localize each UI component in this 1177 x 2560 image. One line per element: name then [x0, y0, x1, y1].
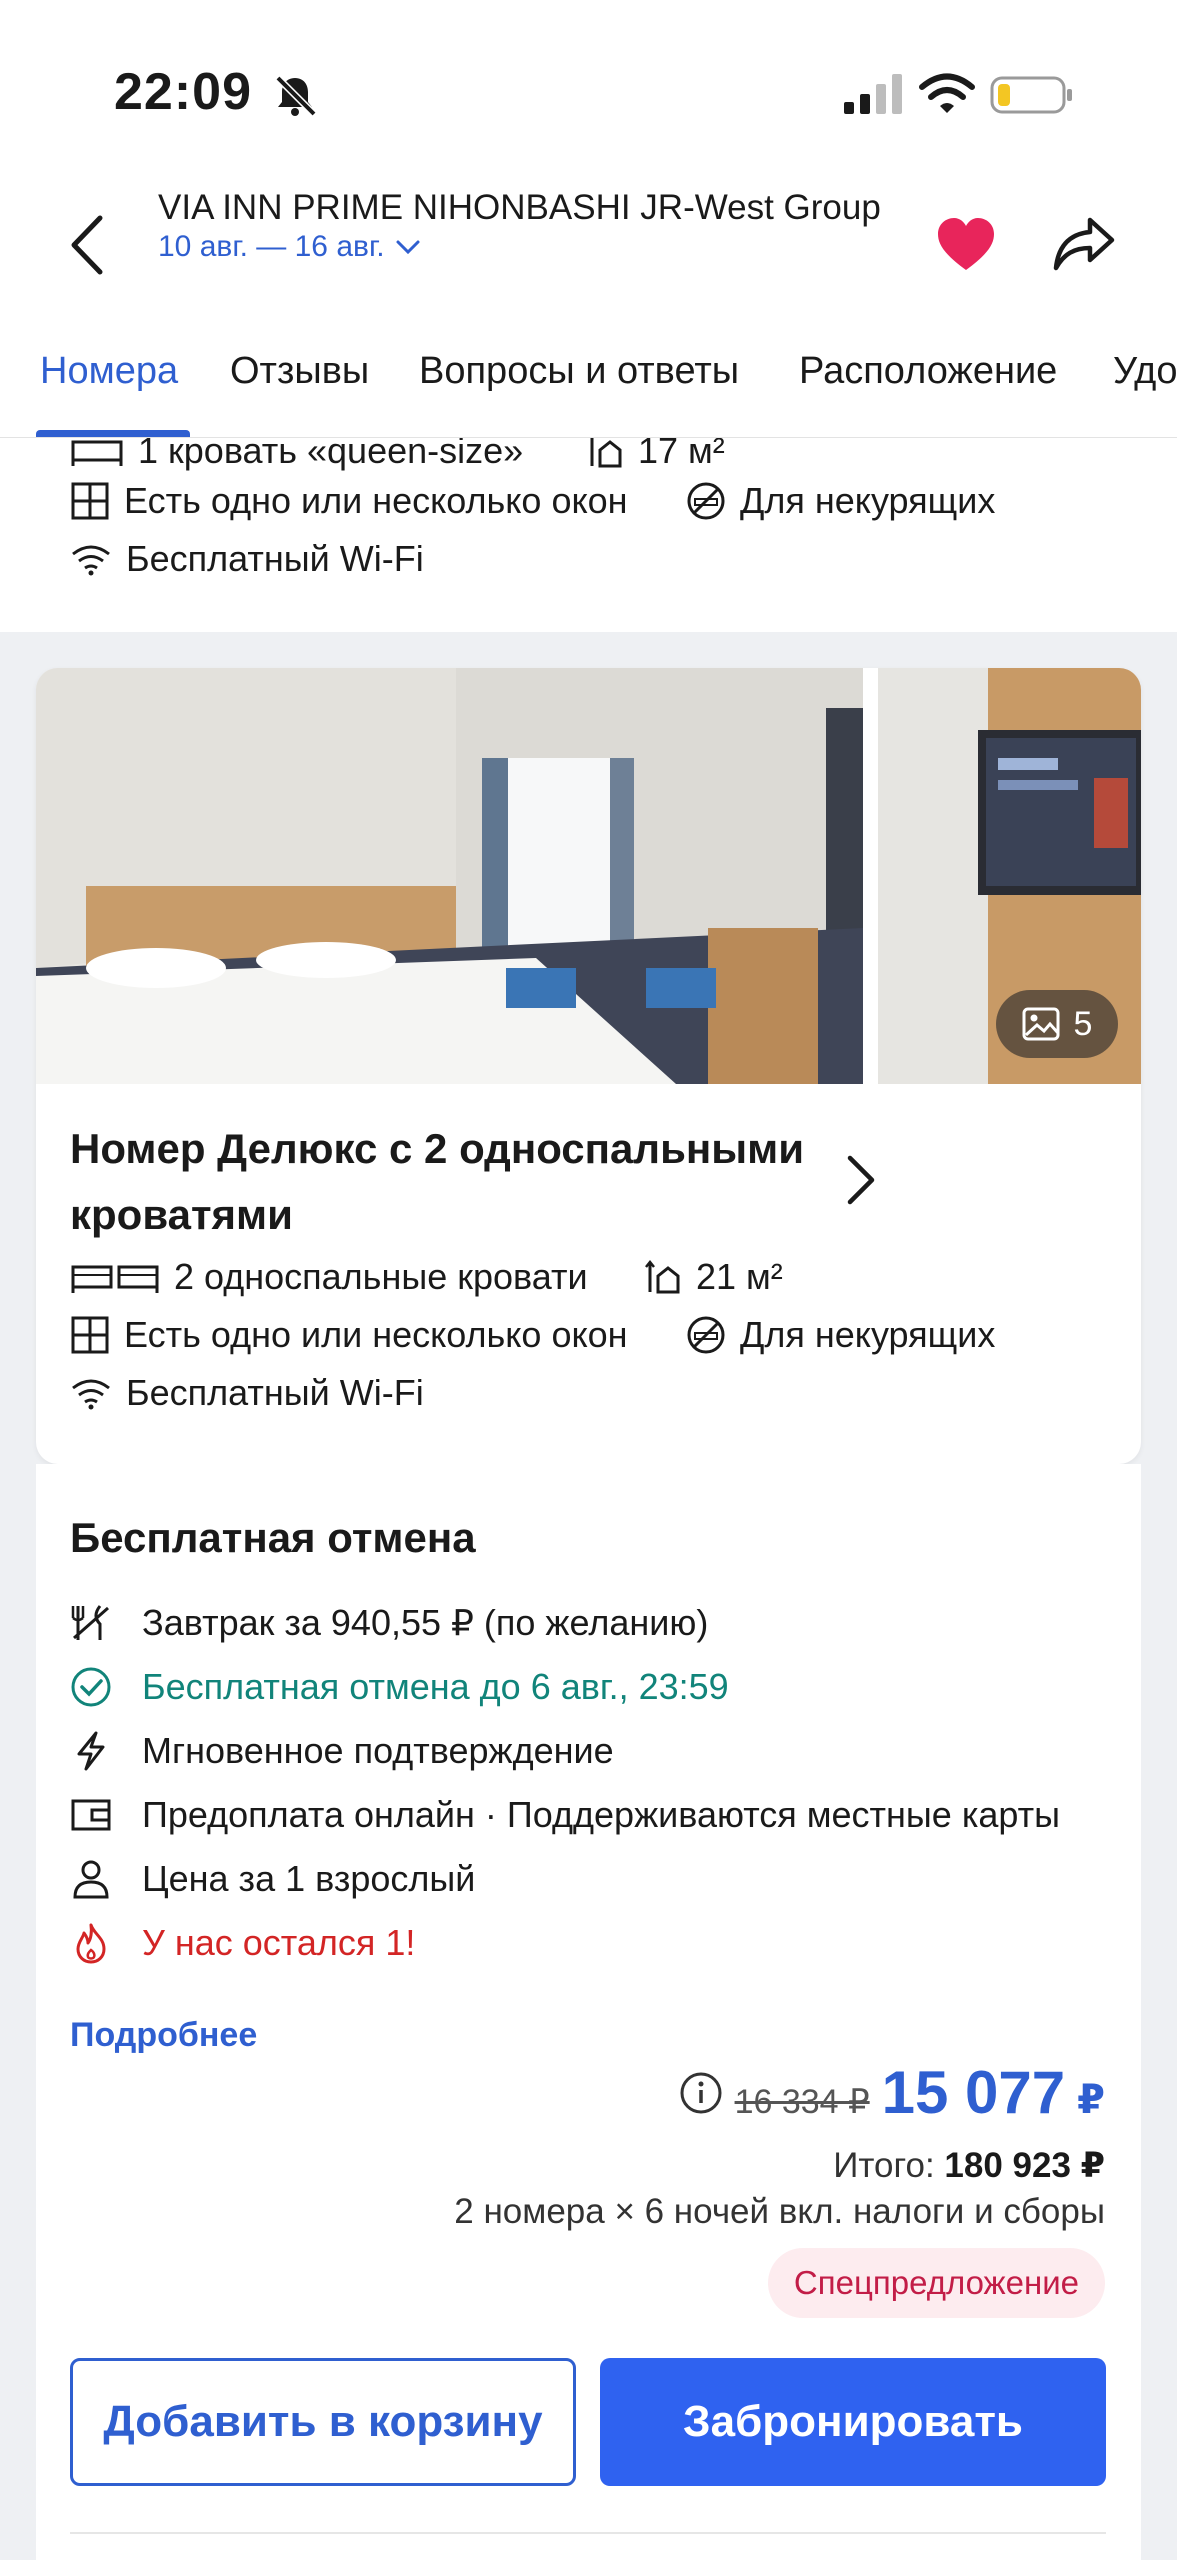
no-smoking-icon: [687, 482, 725, 520]
details-link[interactable]: Подробнее: [70, 2016, 257, 2055]
area-icon: [590, 438, 622, 468]
old-price: 16 334 ₽: [734, 2083, 870, 2121]
battery-icon: [990, 76, 1072, 114]
back-arrow-icon[interactable]: [58, 210, 118, 280]
offer-prepayment: Предоплата онлайн · Поддерживаются местн…: [70, 1794, 1060, 1836]
chevron-right-icon[interactable]: [836, 1148, 886, 1212]
add-to-cart-button[interactable]: Добавить в корзину: [70, 2358, 576, 2486]
image-gallery-icon: [1022, 1007, 1060, 1041]
photo-count: 5: [1073, 1004, 1093, 1043]
divider: [70, 2532, 1106, 2534]
room-wifi-feature: Бесплатный Wi-Fi: [70, 1372, 424, 1414]
status-bar: 22:09: [0, 0, 1177, 150]
room-windows-feature: Есть одно или несколько окон: [70, 1314, 628, 1356]
wallet-icon: [71, 1799, 111, 1831]
special-offer-badge: Спецпредложение: [767, 2248, 1105, 2318]
share-icon[interactable]: [1050, 214, 1118, 274]
status-time: 22:09: [114, 63, 252, 121]
lightning-icon: [77, 1731, 105, 1771]
tab-rooms[interactable]: Номера: [40, 350, 178, 393]
twin-beds-icon: [71, 1265, 159, 1293]
room-title[interactable]: Номер Делюкс с 2 односпальными кроватями: [70, 1116, 850, 1248]
app-header: VIA INN PRIME NIHONBASHI JR-West Group 1…: [0, 150, 1177, 320]
tab-location[interactable]: Расположение: [799, 350, 1057, 393]
no-smoking-icon: [687, 1316, 725, 1354]
room-beds-feature: 2 односпальные кровати: [70, 1256, 588, 1298]
nights-summary: 2 номера × 6 ночей вкл. налоги и сборы: [454, 2192, 1105, 2231]
wifi-status-icon: [919, 73, 975, 113]
offer-instant-confirmation: Мгновенное подтверждение: [70, 1730, 614, 1772]
area-icon: [645, 1259, 680, 1294]
room-card[interactable]: 5 Номер Делюкс с 2 односпальными кроватя…: [36, 668, 1141, 1464]
room-photo-main[interactable]: [36, 668, 863, 1084]
active-tab-indicator: [36, 430, 190, 437]
tab-reviews[interactable]: Отзывы: [230, 350, 369, 393]
photo-count-badge[interactable]: 5: [996, 990, 1118, 1058]
prev-area-feature: 17 м²: [586, 438, 725, 472]
new-price-currency: ₽: [1077, 2078, 1105, 2122]
info-icon[interactable]: [679, 2071, 723, 2115]
room-photo-image: [36, 668, 863, 1084]
prev-windows-feature: Есть одно или несколько окон: [70, 480, 628, 522]
fire-icon: [76, 1923, 106, 1964]
room-area-feature: 21 м²: [644, 1256, 783, 1298]
offer-guests: Цена за 1 взрослый: [70, 1858, 475, 1900]
person-icon: [73, 1860, 109, 1899]
offer-breakfast: Завтрак за 940,55 ₽ (по желанию): [70, 1602, 708, 1644]
rate-offer: Бесплатная отмена Завтрак за 940,55 ₽ (п…: [36, 1464, 1141, 2560]
room-nonsmoking-feature: Для некурящих: [686, 1314, 995, 1356]
bed-icon: [71, 440, 123, 466]
date-range-text: 10 авг. — 16 авг.: [158, 230, 385, 263]
chevron-down-icon: [396, 240, 420, 255]
hotel-name: VIA INN PRIME NIHONBASHI JR-West Group: [158, 188, 881, 227]
tab-amenities[interactable]: Удо: [1113, 350, 1177, 393]
prev-wifi-feature: Бесплатный Wi-Fi: [70, 538, 424, 580]
offer-scarcity: У нас остался 1!: [70, 1922, 415, 1964]
cellular-signal-icon: [844, 74, 902, 114]
tab-qa[interactable]: Вопросы и ответы: [419, 350, 739, 393]
book-button[interactable]: Забронировать: [600, 2358, 1106, 2486]
price-row: 16 334 ₽ 15 077 ₽: [679, 2058, 1105, 2127]
window-icon: [71, 1316, 109, 1354]
new-price: 15 077: [881, 2059, 1066, 2126]
window-icon: [71, 482, 109, 520]
bell-muted-icon: [275, 75, 317, 117]
prev-bed-feature: 1 кровать «queen-size»: [70, 438, 523, 472]
wifi-icon: [72, 1379, 110, 1410]
offer-free-cancellation: Бесплатная отмена до 6 авг., 23:59: [70, 1666, 729, 1708]
prev-nonsmoking-feature: Для некурящих: [686, 480, 995, 522]
check-circle-icon: [71, 1667, 111, 1707]
section-tabs: Номера Отзывы Вопросы и ответы Расположе…: [0, 320, 1177, 438]
utensils-icon: [71, 1605, 109, 1640]
previous-room-card[interactable]: 1 кровать «queen-size» 17 м² Есть одно и…: [0, 438, 1177, 632]
wifi-icon: [72, 545, 110, 576]
total-price: Итого: 180 923 ₽: [833, 2146, 1105, 2185]
date-range-selector[interactable]: 10 авг. — 16 авг.: [158, 230, 421, 264]
favorite-heart-icon[interactable]: [934, 214, 998, 274]
offer-title: Бесплатная отмена: [70, 1514, 476, 1561]
